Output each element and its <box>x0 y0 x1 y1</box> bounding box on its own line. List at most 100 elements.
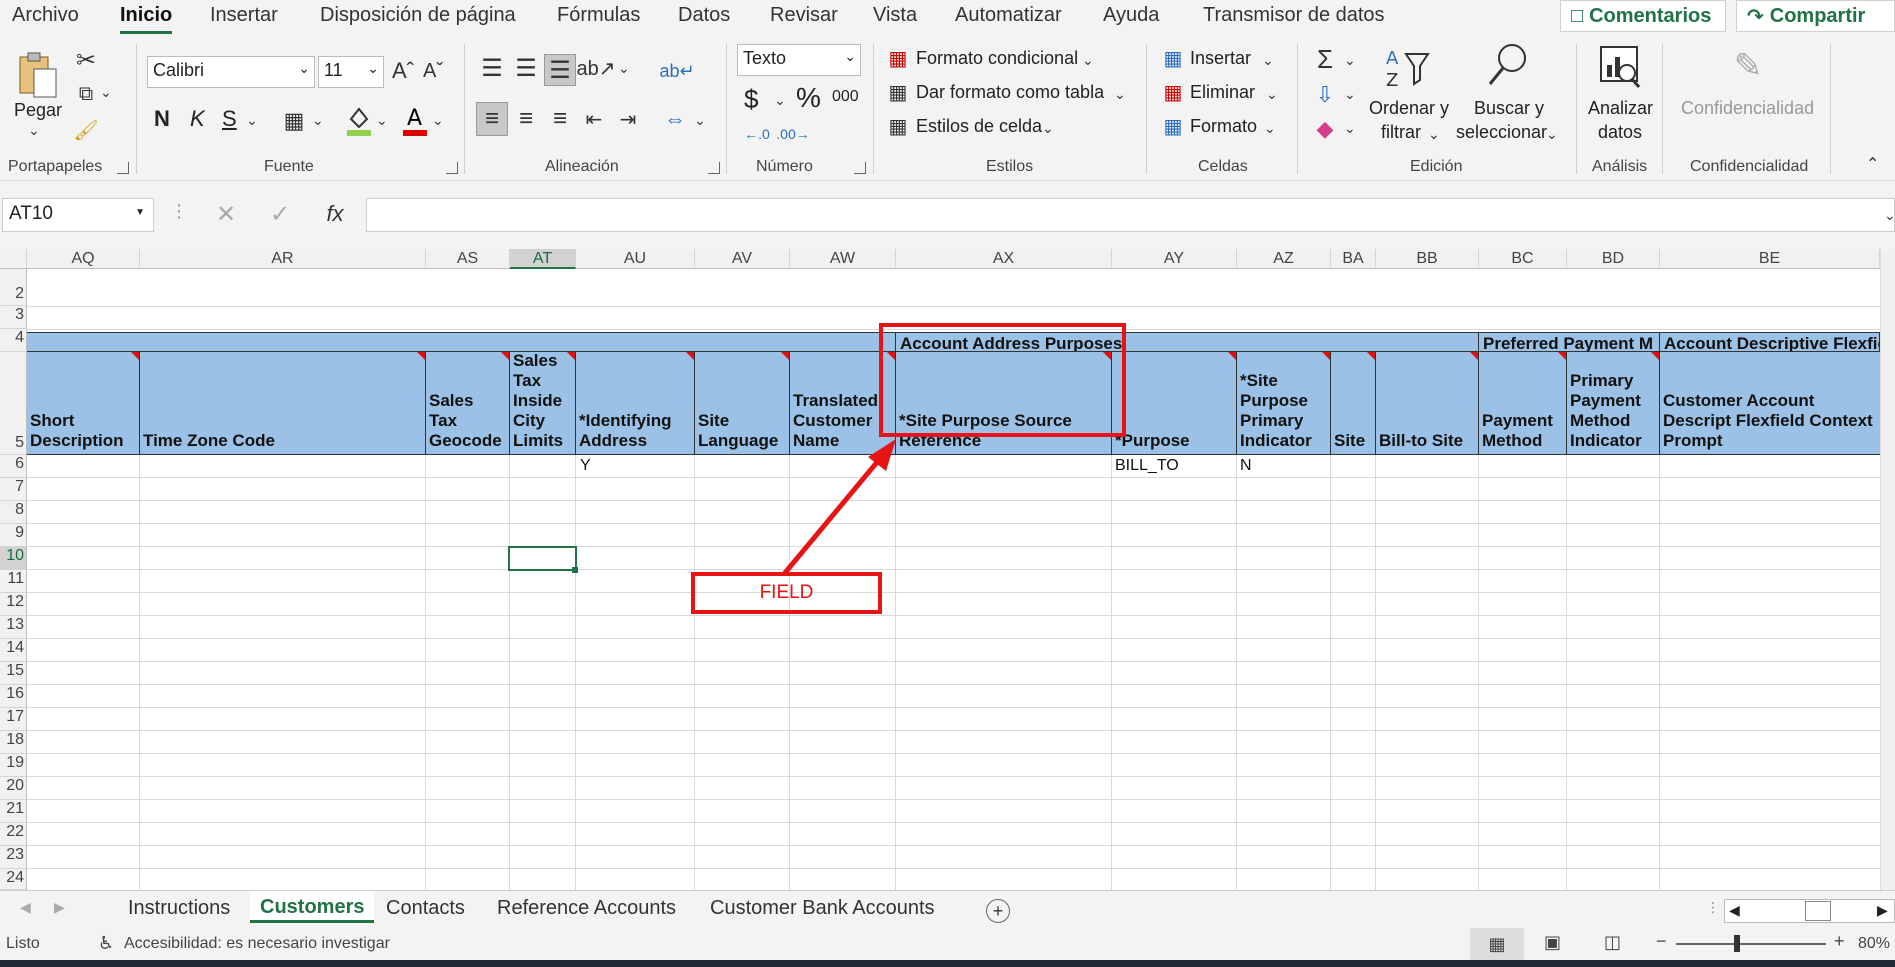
chevron-down-icon[interactable]: ⌄ <box>1264 120 1276 137</box>
row-header[interactable]: 17 <box>0 708 27 731</box>
tab-transmisor[interactable]: Transmisor de datos <box>1203 4 1385 27</box>
share-button[interactable]: ↷ Compartir <box>1736 0 1895 32</box>
spreadsheet-grid[interactable]: AQ AR AS AT AU AV AW AX AY AZ BA BB BC B… <box>0 249 1880 890</box>
header-cell[interactable]: Short Description <box>27 352 140 455</box>
row-header[interactable]: 11 <box>0 570 27 593</box>
copy-icon[interactable]: ⧉ <box>72 80 100 108</box>
cell-value[interactable]: BILL_TO <box>1115 457 1179 475</box>
autosum-icon[interactable]: Σ <box>1310 44 1340 74</box>
chevron-down-icon[interactable]: ⌄ <box>28 122 40 139</box>
confidentiality-icon[interactable]: ✎ <box>1726 42 1770 90</box>
cell-styles-icon[interactable]: ▦ <box>886 114 910 138</box>
header-cell[interactable]: *Site Purpose Primary Indicator <box>1237 352 1331 455</box>
chevron-down-icon[interactable]: ⌄ <box>1344 52 1356 69</box>
tab-automatizar[interactable]: Automatizar <box>955 4 1062 27</box>
format-as-table-button[interactable]: Dar formato como tabla <box>916 82 1104 103</box>
chevron-down-icon[interactable]: ⌄ <box>1428 126 1440 143</box>
alignment-launcher-icon[interactable] <box>708 162 720 174</box>
align-right-icon[interactable]: ≡ <box>546 102 574 136</box>
find-select-icon[interactable] <box>1484 42 1530 92</box>
tab-ayuda[interactable]: Ayuda <box>1103 4 1159 27</box>
column-header[interactable]: AV <box>695 249 790 269</box>
cut-icon[interactable]: ✂ <box>72 46 100 74</box>
row-header[interactable]: 21 <box>0 800 27 823</box>
decrease-decimal-icon[interactable]: .00→ <box>776 120 809 148</box>
clipboard-launcher-icon[interactable] <box>117 162 129 174</box>
header-cell[interactable]: Primary Payment Method Indicator <box>1567 352 1660 455</box>
zoom-out-icon[interactable]: − <box>1656 931 1667 952</box>
chevron-down-icon[interactable]: ⌄ <box>1344 120 1356 137</box>
chevron-down-icon[interactable]: ⌄ <box>376 112 388 129</box>
add-sheet-icon[interactable]: + <box>986 899 1010 923</box>
column-header[interactable]: BC <box>1479 249 1567 269</box>
sheet-tab-customer-bank-accounts[interactable]: Customer Bank Accounts <box>710 897 935 920</box>
accessibility-icon[interactable]: ♿ <box>98 933 114 954</box>
row-header[interactable]: 10 <box>0 547 27 570</box>
group-header-account-descriptive[interactable]: Account Descriptive Flexfie <box>1660 332 1880 352</box>
row-header[interactable]: 14 <box>0 639 27 662</box>
row-header[interactable]: 13 <box>0 616 27 639</box>
thousands-separator-icon[interactable]: 000 <box>832 88 859 106</box>
zoom-level[interactable]: 80% <box>1858 935 1890 953</box>
header-cell[interactable]: Sales Tax Inside City Limits <box>510 352 576 455</box>
delete-cells-button[interactable]: Eliminar <box>1190 82 1255 103</box>
chevron-down-icon[interactable]: ⌄ <box>100 84 112 101</box>
sort-filter-label-2[interactable]: filtrar <box>1381 122 1421 143</box>
vertical-scrollbar[interactable] <box>1880 249 1895 890</box>
align-middle-icon[interactable]: ☰ <box>512 54 540 82</box>
wrap-text-icon[interactable]: ab↵ <box>659 56 694 86</box>
column-header[interactable]: AT <box>510 249 576 269</box>
conditional-format-button[interactable]: Formato condicional <box>916 48 1078 69</box>
column-header[interactable]: AY <box>1112 249 1237 269</box>
scroll-tabs-right-icon[interactable]: ▶ <box>54 899 65 916</box>
chevron-down-icon[interactable]: ⌄ <box>618 60 630 77</box>
header-cell[interactable]: *Identifying Address <box>576 352 695 455</box>
insert-function-icon[interactable]: fx <box>320 199 350 229</box>
tab-disposicion[interactable]: Disposición de página <box>320 4 516 27</box>
sort-filter-icon[interactable]: AZ <box>1384 42 1430 92</box>
tab-archivo[interactable]: Archivo <box>12 4 79 27</box>
normal-view-icon[interactable]: ▦ <box>1470 928 1524 960</box>
find-select-label-1[interactable]: Buscar y <box>1474 98 1544 119</box>
row-header[interactable]: 3 <box>0 306 27 329</box>
row-header[interactable]: 6 <box>0 455 27 478</box>
header-cell[interactable]: Sales Tax Geocode <box>426 352 510 455</box>
font-size-select[interactable]: 11 ⌄ <box>318 56 384 88</box>
number-launcher-icon[interactable] <box>854 162 866 174</box>
align-top-icon[interactable]: ☰ <box>478 54 506 82</box>
underline-button[interactable]: S <box>222 106 237 132</box>
row-header[interactable]: 4 <box>0 329 27 352</box>
insert-cells-button[interactable]: Insertar <box>1190 48 1251 69</box>
page-layout-icon[interactable]: ▣ <box>1544 932 1561 953</box>
italic-button[interactable]: K <box>190 106 205 132</box>
row-header[interactable]: 15 <box>0 662 27 685</box>
chevron-down-icon[interactable]: ⌄ <box>1042 120 1054 137</box>
sheet-tab-instructions[interactable]: Instructions <box>128 897 230 920</box>
fill-icon[interactable]: ⇩ <box>1310 80 1340 110</box>
paste-icon[interactable] <box>14 50 62 102</box>
accessibility-status[interactable]: Accesibilidad: es necesario investigar <box>124 935 390 953</box>
group-header-preferred-payment[interactable]: Preferred Payment M <box>1479 332 1660 352</box>
tab-vista[interactable]: Vista <box>873 4 917 27</box>
header-cell[interactable]: Bill-to Site <box>1376 352 1479 455</box>
row-header[interactable]: 5 <box>0 352 27 455</box>
tab-formulas[interactable]: Fórmulas <box>557 4 640 27</box>
analyze-data-icon[interactable] <box>1596 42 1644 94</box>
header-cell[interactable]: Payment Method <box>1479 352 1567 455</box>
insert-cells-icon[interactable]: ▦ <box>1160 46 1186 70</box>
scroll-thumb[interactable] <box>1805 901 1831 921</box>
row-header[interactable]: 12 <box>0 593 27 616</box>
cell-value[interactable]: N <box>1240 457 1252 475</box>
column-header[interactable]: AU <box>576 249 695 269</box>
header-cell[interactable]: *Purpose <box>1112 352 1237 455</box>
row-header[interactable]: 7 <box>0 478 27 501</box>
row-header[interactable]: 9 <box>0 524 27 547</box>
row-header[interactable]: 23 <box>0 846 27 869</box>
active-cell[interactable] <box>508 546 577 571</box>
increase-decimal-icon[interactable]: ←.0 <box>742 120 772 148</box>
column-header[interactable]: AZ <box>1237 249 1331 269</box>
sheet-tab-reference-accounts[interactable]: Reference Accounts <box>497 897 676 920</box>
font-color-icon[interactable]: A <box>400 104 430 138</box>
zoom-slider-thumb[interactable] <box>1734 935 1740 952</box>
column-header[interactable]: AX <box>896 249 1112 269</box>
